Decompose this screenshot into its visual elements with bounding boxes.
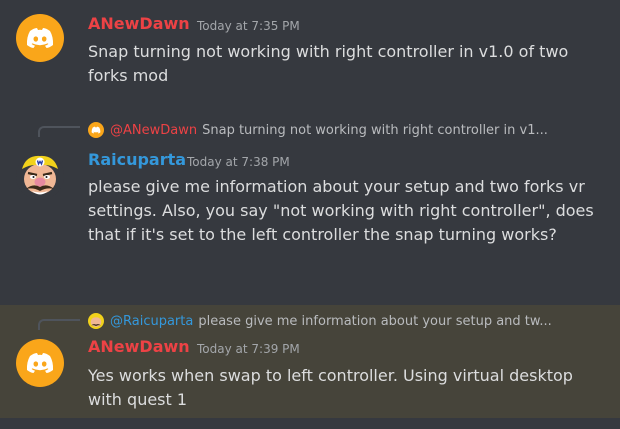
message-text: Yes works when swap to left controller. … bbox=[88, 366, 573, 409]
reply-mention[interactable]: @ANewDawn bbox=[110, 123, 197, 138]
reply-preview[interactable]: @Raicuparta please give me information a… bbox=[88, 311, 608, 331]
timestamp[interactable]: Today at 7:35 PM bbox=[197, 18, 300, 34]
message-text: Snap turning not working with right cont… bbox=[88, 42, 569, 85]
chat-messages: ANewDawn Today at 7:35 PM Snap turning n… bbox=[0, 0, 620, 429]
username[interactable]: ANewDawn bbox=[88, 14, 190, 34]
reply-text: please give me information about your se… bbox=[198, 313, 552, 329]
message-3: @Raicuparta please give me information a… bbox=[0, 305, 620, 418]
wario-face-icon[interactable] bbox=[16, 152, 64, 200]
discord-logo-icon[interactable] bbox=[16, 339, 64, 387]
reply-mention[interactable]: @Raicuparta bbox=[110, 314, 193, 329]
reply-text: Snap turning not working with right cont… bbox=[202, 122, 548, 138]
discord-logo-icon[interactable] bbox=[16, 14, 64, 62]
message-1: ANewDawn Today at 7:35 PM Snap turning n… bbox=[0, 0, 620, 110]
message-text: please give me information about your se… bbox=[88, 177, 594, 244]
username[interactable]: ANewDawn bbox=[88, 337, 190, 357]
wario-face-icon bbox=[88, 313, 104, 329]
reply-spine bbox=[38, 319, 80, 330]
timestamp[interactable]: Today at 7:39 PM bbox=[197, 341, 300, 357]
reply-preview[interactable]: @ANewDawn Snap turning not working with … bbox=[88, 120, 608, 140]
discord-logo-icon bbox=[88, 122, 104, 138]
timestamp[interactable]: Today at 7:38 PM bbox=[187, 154, 290, 170]
reply-spine bbox=[38, 126, 80, 137]
message-2: @ANewDawn Snap turning not working with … bbox=[0, 110, 620, 305]
username[interactable]: Raicuparta bbox=[88, 150, 186, 170]
